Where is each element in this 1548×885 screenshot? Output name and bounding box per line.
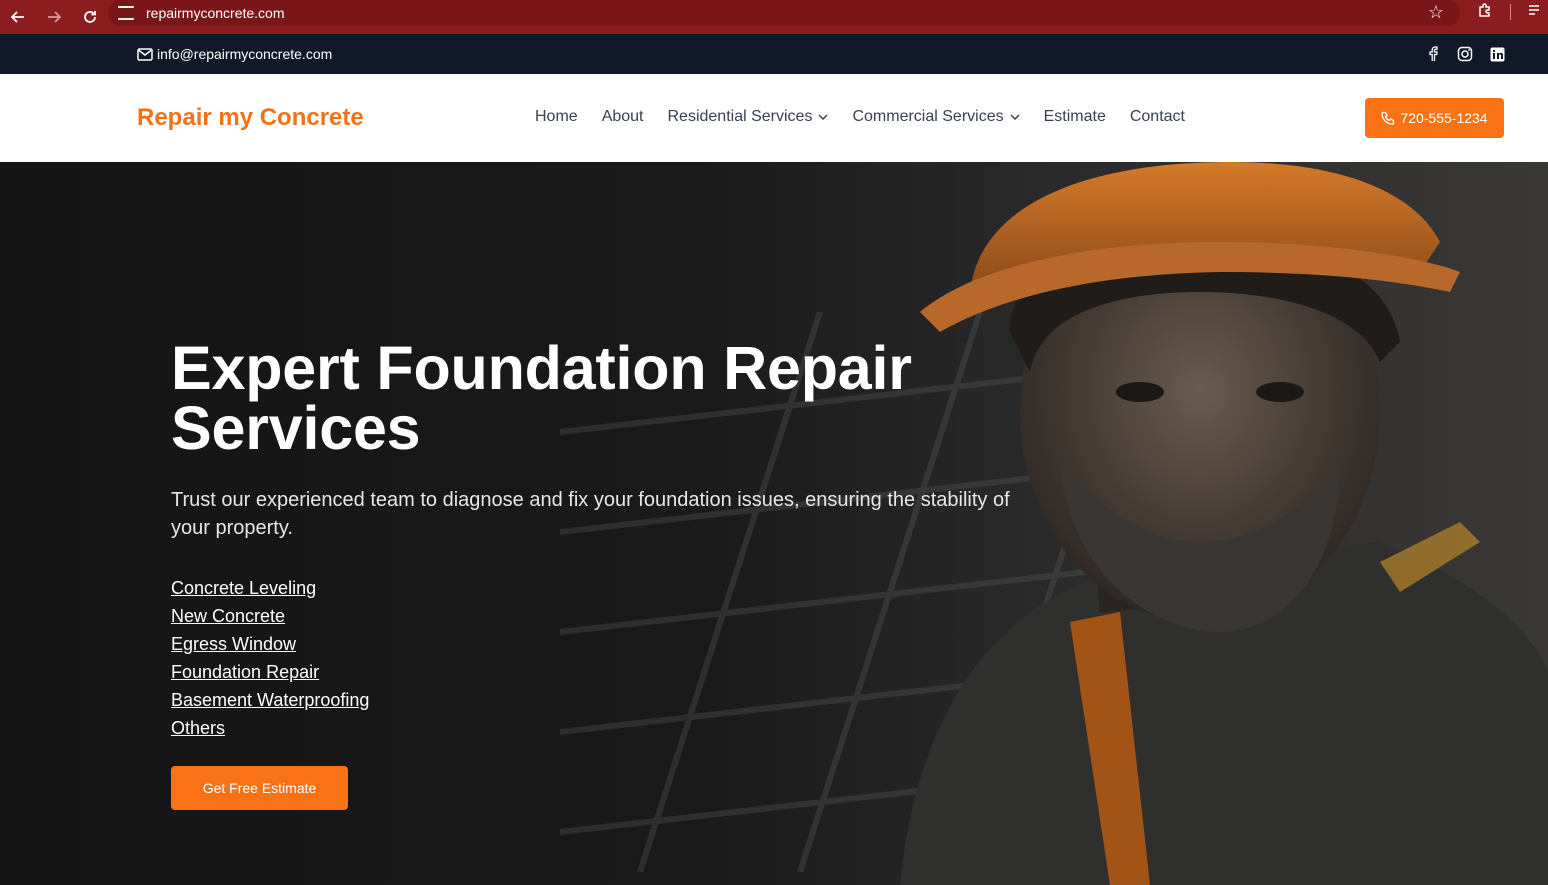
- social-links: [1424, 45, 1506, 63]
- arrow-left-icon: [11, 11, 24, 23]
- site-logo[interactable]: Repair my Concrete: [137, 104, 364, 132]
- extensions-icon[interactable]: [1472, 0, 1498, 22]
- get-free-estimate-button[interactable]: Get Free Estimate: [171, 766, 348, 810]
- phone-icon: [1381, 111, 1395, 125]
- hero-content: Expert Foundation Repair Services Trust …: [171, 338, 1031, 810]
- list-icon: [1529, 5, 1539, 15]
- service-link-basement-waterproofing[interactable]: Basement Waterproofing: [171, 686, 1031, 714]
- reload-icon: [84, 11, 96, 23]
- service-link-others[interactable]: Others: [171, 714, 1031, 742]
- reading-list-icon[interactable]: [1528, 0, 1548, 22]
- nav-residential-services[interactable]: Residential Services: [668, 108, 829, 126]
- puzzle-icon: [1479, 3, 1490, 17]
- nav-contact-label: Contact: [1129, 108, 1185, 125]
- phone-number: 720-555-1234: [1400, 110, 1488, 126]
- email-link[interactable]: info@repairmyconcrete.com: [137, 46, 332, 62]
- linkedin-icon[interactable]: [1488, 45, 1506, 63]
- email-text: info@repairmyconcrete.com: [157, 46, 333, 62]
- toolbar-divider: [1510, 4, 1511, 20]
- address-bar[interactable]: repairmyconcrete.com ☆: [108, 0, 1460, 26]
- service-links: Concrete Leveling New Concrete Egress Wi…: [171, 574, 1031, 742]
- forward-button[interactable]: [36, 3, 72, 31]
- site-info-icon[interactable]: [118, 6, 134, 20]
- mail-icon: [137, 47, 153, 61]
- url-text: repairmyconcrete.com: [146, 5, 285, 21]
- arrow-right-icon: [48, 11, 61, 23]
- nav-about-label: About: [601, 108, 644, 125]
- nav-commercial-label: Commercial Services: [852, 108, 1004, 125]
- service-link-new-concrete[interactable]: New Concrete: [171, 602, 1031, 630]
- phone-button[interactable]: 720-555-1234: [1365, 98, 1504, 138]
- service-link-egress-window[interactable]: Egress Window: [171, 630, 1031, 658]
- reload-button[interactable]: [72, 3, 108, 31]
- service-link-foundation-repair[interactable]: Foundation Repair: [171, 658, 1031, 686]
- nav-contact[interactable]: Contact: [1130, 108, 1185, 126]
- nav-residential-label: Residential Services: [667, 108, 813, 125]
- nav-commercial-services[interactable]: Commercial Services: [852, 108, 1020, 126]
- site-header: Repair my Concrete Home About Residentia…: [0, 74, 1548, 162]
- hero-title: Expert Foundation Repair Services: [171, 334, 912, 462]
- nav-about[interactable]: About: [602, 108, 644, 126]
- hero-subtitle: Trust our experienced team to diagnose a…: [171, 489, 1010, 539]
- top-info-bar: info@repairmyconcrete.com: [0, 34, 1548, 74]
- back-button[interactable]: [0, 3, 36, 31]
- nav-estimate-label: Estimate: [1043, 108, 1106, 125]
- hero-section: Expert Foundation Repair Services Trust …: [0, 162, 1548, 885]
- browser-toolbar: repairmyconcrete.com ☆: [0, 0, 1548, 34]
- main-nav: Home About Residential Services Commerci…: [535, 108, 1209, 126]
- instagram-icon[interactable]: [1456, 45, 1474, 63]
- service-link-concrete-leveling[interactable]: Concrete Leveling: [171, 574, 1031, 602]
- nav-home[interactable]: Home: [535, 108, 578, 126]
- facebook-icon[interactable]: [1424, 45, 1442, 63]
- chevron-down-icon: [1010, 114, 1020, 120]
- nav-home-label: Home: [535, 108, 578, 125]
- bookmark-star-icon[interactable]: ☆: [1428, 2, 1444, 23]
- chevron-down-icon: [818, 114, 828, 120]
- nav-estimate[interactable]: Estimate: [1044, 108, 1106, 126]
